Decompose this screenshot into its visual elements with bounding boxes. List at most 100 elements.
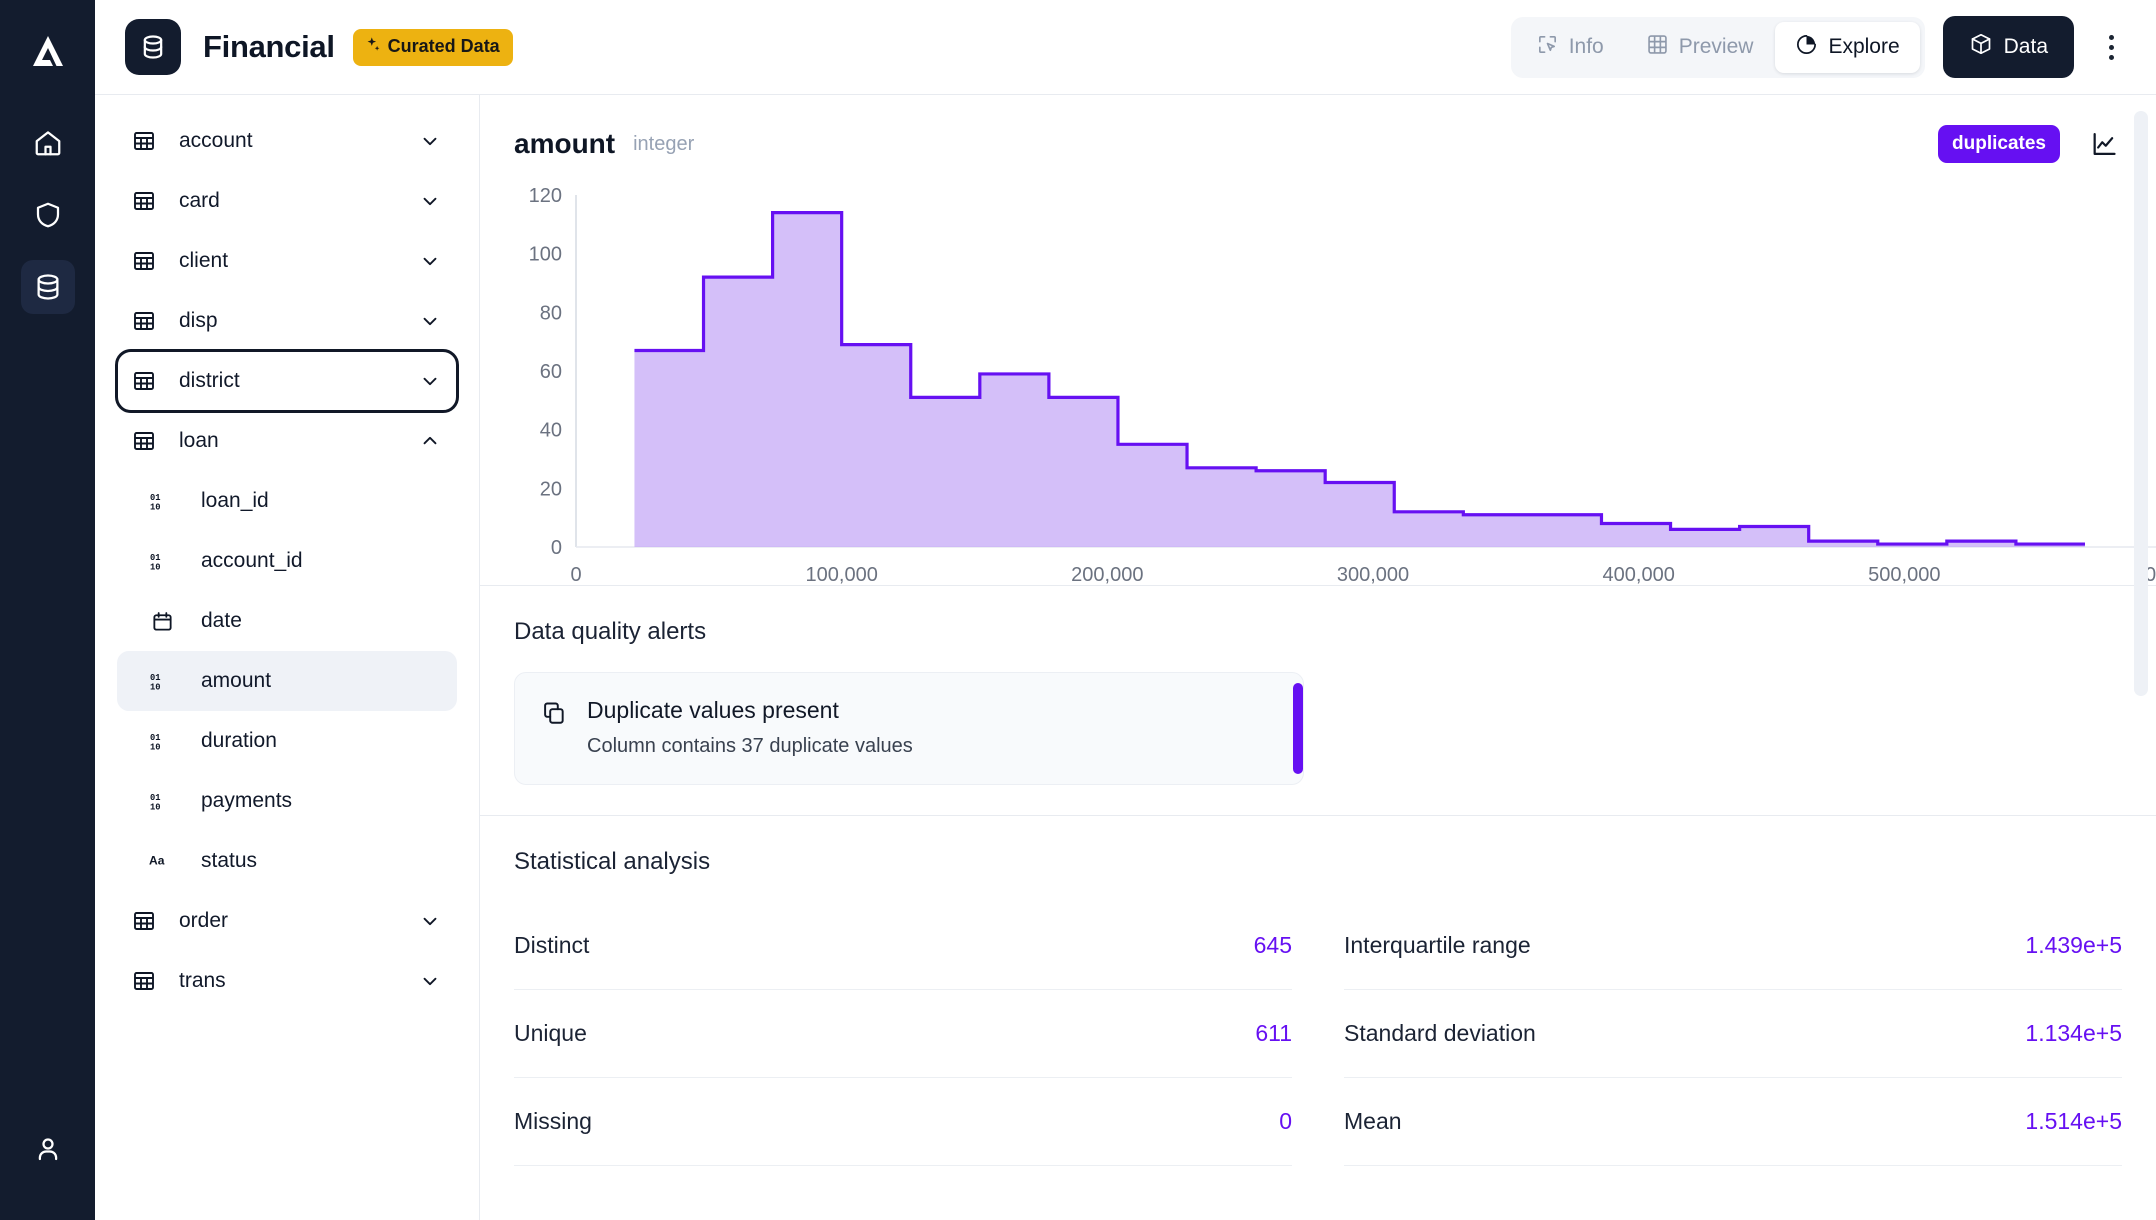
data-button[interactable]: Data [1942,16,2074,78]
content-vertical-scrollbar[interactable] [2134,111,2148,696]
grid-table-icon [1646,33,1669,62]
stats-column-right: Interquartile range 1.439e+5 Standard devi… [1318,902,2122,1166]
tree-item-order[interactable]: order [117,891,457,951]
tree-item-trans[interactable]: trans [117,951,457,1011]
integer-icon: 01 10 [149,491,175,512]
statistical-analysis-section: Statistical analysis Distinct 645 Unique 61… [480,816,2156,1196]
histogram-area [634,212,2085,547]
chevron-down-icon[interactable] [419,190,441,212]
tree-item-label: duration [201,729,277,752]
tree-item-date[interactable]: date [117,591,457,651]
top-bar: Financial Curated Data Info Preview Expl… [95,0,2156,95]
data-quality-alerts-section: Data quality alerts Duplicate values pre… [480,586,2156,816]
tab-preview[interactable]: Preview [1626,22,1774,73]
body: account card client disp district loan 01 10 loa… [95,95,2156,1220]
chevron-down-icon[interactable] [419,130,441,152]
data-button-label: Data [2003,35,2048,58]
alert-text-block: Duplicate values present Column contains… [587,697,913,758]
tree-item-loan-id[interactable]: 01 10 loan_id [117,471,457,531]
y-tick-label: 80 [540,302,562,324]
tree-item-label: disp [179,309,218,332]
copy-icon [541,697,567,758]
more-vertical-icon[interactable] [2094,25,2128,69]
tree-item-card[interactable]: card [117,171,457,231]
alert-description: Column contains 37 duplicate values [587,735,913,757]
x-tick-label: 500,000 [1868,564,1940,586]
chevron-down-icon[interactable] [419,310,441,332]
rail-item-security[interactable] [21,188,75,242]
stat-row: Distinct 645 [514,902,1292,990]
tree-item-label: card [179,189,220,212]
pie-chart-icon [1795,33,1818,62]
tree-item-label: loan_id [201,489,269,512]
brand-logo-icon [22,26,74,78]
chevron-down-icon[interactable] [419,970,441,992]
tree-item-account[interactable]: account [117,111,457,171]
x-tick-label: 0 [570,564,581,586]
alert-title: Duplicate values present [587,697,839,723]
stat-row: Unique 611 [514,990,1292,1078]
table-icon [131,129,157,153]
user-icon[interactable] [21,1122,75,1176]
svg-text:10: 10 [150,802,161,812]
tree-item-payments[interactable]: 01 10 payments [117,771,457,831]
tree-item-client[interactable]: client [117,231,457,291]
stats-title: Statistical analysis [514,848,711,875]
svg-text:10: 10 [150,742,161,752]
stat-value: 1.134e+5 [2025,1020,2122,1046]
tree-item-label: date [201,609,242,632]
tab-explore[interactable]: Explore [1775,21,1920,73]
duplicates-badge[interactable]: duplicates [1938,125,2060,163]
histogram-svg: 0 20 40 60 80 100 120 0 100,000 200,000 300,000 400… [529,185,2156,586]
tree-item-disp[interactable]: disp [117,291,457,351]
stat-label: Interquartile range [1344,932,1531,958]
tree-item-district[interactable]: district [115,349,459,413]
curated-data-label: Curated Data [387,36,500,56]
svg-text:10: 10 [150,682,161,692]
column-header: amount integer duplicates [514,121,2122,167]
tree-item-loan[interactable]: loan [117,411,457,471]
histogram-chart: 0 20 40 60 80 100 120 0 100,000 200,000 300,000 400… [514,185,2156,586]
stat-label: Mean [1344,1108,1402,1134]
table-icon [131,969,157,993]
chevron-up-icon[interactable] [419,430,441,452]
chevron-down-icon[interactable] [419,910,441,932]
table-icon [131,189,157,213]
tree-item-account-id[interactable]: 01 10 account_id [117,531,457,591]
tree-item-label: account [179,129,253,152]
tab-preview-label: Preview [1678,35,1754,58]
tree-item-label: payments [201,789,293,812]
integer-icon: 01 10 [149,671,175,692]
dataset-title: Financial [203,29,335,64]
sparkles-icon [364,36,381,58]
tree-item-status[interactable]: Aa status [117,831,457,891]
table-icon [131,309,157,333]
line-chart-icon[interactable] [2086,126,2122,162]
chevron-down-icon[interactable] [419,250,441,272]
x-tick-label: 200,000 [1071,564,1143,586]
main-area: Financial Curated Data Info Preview Expl… [95,0,2156,1220]
tree-item-label: account_id [201,549,303,572]
tree-item-duration[interactable]: 01 10 duration [117,711,457,771]
stat-value: 611 [1255,1020,1292,1046]
x-tick-label: 100,000 [806,564,878,586]
tree-item-label: order [179,909,229,932]
stat-row: Mean 1.514e+5 [1344,1078,2122,1166]
alert-card-duplicates[interactable]: Duplicate values present Column contains… [514,672,1304,785]
table-icon [131,429,157,453]
chevron-down-icon[interactable] [419,370,441,392]
left-nav-rail [0,0,95,1220]
stat-value: 1.439e+5 [2025,932,2122,958]
integer-icon: 01 10 [149,551,175,572]
stats-grid: Distinct 645 Unique 611 Missing 0 Interquarti… [514,902,2122,1166]
x-tick-label: 400,000 [1603,564,1675,586]
tab-info[interactable]: Info [1516,22,1624,73]
rail-item-home[interactable] [21,116,75,170]
tree-item-label: client [179,249,229,272]
alerts-title: Data quality alerts [514,618,707,645]
rail-item-data[interactable] [20,260,75,314]
stat-row: Missing 0 [514,1078,1292,1166]
tree-item-amount[interactable]: 01 10 amount [117,651,457,711]
stat-row: Interquartile range 1.439e+5 [1344,902,2122,990]
column-detail-panel: amount integer duplicates 0 20 40 60 80 100 [480,95,2156,1220]
